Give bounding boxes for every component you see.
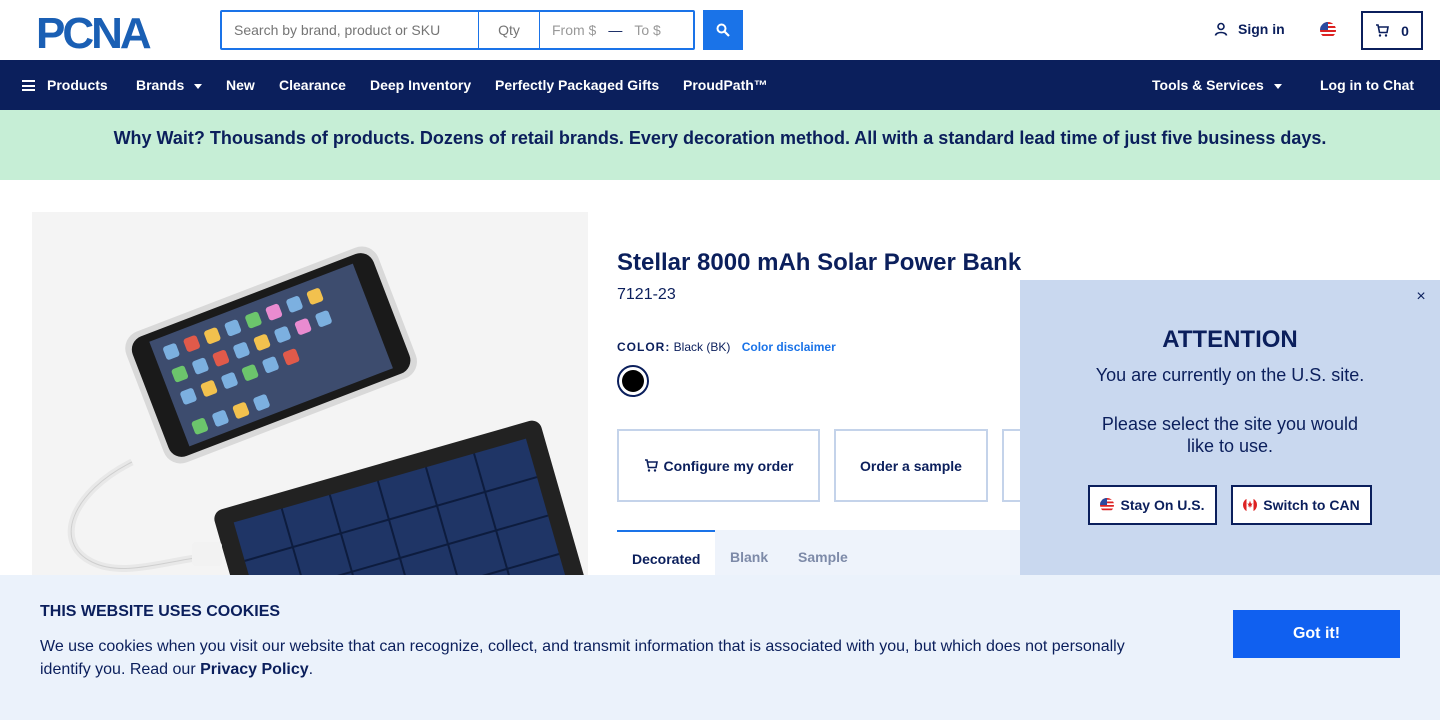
swatch-fill	[622, 370, 644, 392]
color-value: Black (BK)	[673, 340, 731, 354]
region-popup: × ATTENTION You are currently on the U.S…	[1020, 280, 1440, 580]
cart-button[interactable]: 0	[1361, 11, 1423, 50]
nav-deep-inventory[interactable]: Deep Inventory	[370, 60, 471, 110]
svg-text:PCNA: PCNA	[36, 12, 151, 50]
order-sample-button[interactable]: Order a sample	[834, 429, 988, 502]
nav-chat-login[interactable]: Log in to Chat	[1320, 60, 1414, 110]
cart-icon	[644, 459, 658, 472]
nav-products[interactable]: Products	[22, 60, 108, 110]
qty-input[interactable]	[479, 12, 540, 48]
chevron-down-icon	[1273, 83, 1282, 89]
order-sample-label: Order a sample	[860, 457, 962, 474]
search-input[interactable]	[222, 12, 479, 48]
popup-message: You are currently on the U.S. site.	[1095, 365, 1365, 385]
main-nav: Products Brands New Clearance Deep Inven…	[0, 60, 1440, 110]
got-it-button[interactable]: Got it!	[1233, 610, 1400, 658]
color-swatch-black[interactable]	[617, 365, 649, 397]
cookie-banner: THIS WEBSITE USES COOKIES We use cookies…	[0, 575, 1440, 720]
product-title: Stellar 8000 mAh Solar Power Bank	[617, 249, 1022, 276]
sign-in-label: Sign in	[1238, 21, 1285, 37]
promo-text: Why Wait? Thousands of products. Dozens …	[113, 128, 1327, 148]
cookie-period: .	[308, 661, 314, 678]
cart-icon	[1376, 24, 1390, 37]
nav-proudpath[interactable]: ProudPath™	[683, 60, 768, 110]
price-separator: —	[608, 22, 623, 38]
top-bar: PCNA From $ — To $ Sign in 0	[0, 0, 1440, 60]
cookie-text: We use cookies when you visit our websit…	[40, 635, 1160, 681]
nav-packaged-gifts[interactable]: Perfectly Packaged Gifts	[495, 60, 659, 110]
us-flag-icon	[1100, 498, 1115, 512]
canada-flag-icon	[1243, 498, 1258, 512]
color-disclaimer-link[interactable]: Color disclaimer	[742, 340, 836, 354]
cookie-title: THIS WEBSITE USES COOKIES	[40, 603, 281, 620]
chevron-down-icon	[194, 83, 203, 89]
configure-order-label: Configure my order	[663, 457, 794, 474]
switch-can-button[interactable]: Switch to CAN	[1231, 485, 1372, 525]
stay-us-button[interactable]: Stay On U.S.	[1088, 485, 1217, 525]
sign-in-link[interactable]: Sign in	[1214, 21, 1285, 37]
nav-new[interactable]: New	[226, 60, 255, 110]
price-range: From $ — To $	[540, 12, 693, 48]
privacy-policy-link[interactable]: Privacy Policy	[200, 661, 309, 678]
cart-count: 0	[1401, 22, 1409, 39]
stay-us-label: Stay On U.S.	[1120, 497, 1205, 513]
menu-icon	[22, 80, 35, 91]
search-icon	[716, 23, 730, 37]
us-flag-icon[interactable]	[1320, 22, 1336, 38]
search-bar: From $ — To $	[220, 10, 695, 50]
nav-tools-services[interactable]: Tools & Services	[1152, 60, 1282, 110]
user-icon	[1214, 22, 1228, 36]
promo-banner: Why Wait? Thousands of products. Dozens …	[0, 110, 1440, 180]
switch-can-label: Switch to CAN	[1263, 497, 1360, 513]
close-icon[interactable]: ×	[1412, 288, 1430, 306]
color-selector-label: COLOR: Black (BK) Color disclaimer	[617, 340, 836, 354]
price-to-input[interactable]: To $	[634, 22, 660, 38]
product-sku: 7121-23	[617, 286, 676, 303]
configure-order-button[interactable]: Configure my order	[617, 429, 820, 502]
pcna-logo[interactable]: PCNA	[36, 12, 184, 50]
nav-brands[interactable]: Brands	[136, 60, 203, 110]
search-button[interactable]	[703, 10, 743, 50]
price-from-input[interactable]: From $	[552, 22, 596, 38]
popup-title: ATTENTION	[1162, 326, 1298, 353]
popup-message-2: Please select the site you would like to…	[1101, 414, 1359, 456]
nav-clearance[interactable]: Clearance	[279, 60, 346, 110]
color-label: COLOR:	[617, 340, 671, 354]
